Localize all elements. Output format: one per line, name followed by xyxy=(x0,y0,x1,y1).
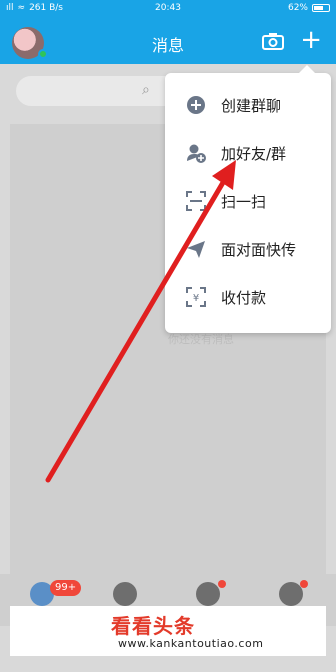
annotation-arrow xyxy=(45,160,236,483)
